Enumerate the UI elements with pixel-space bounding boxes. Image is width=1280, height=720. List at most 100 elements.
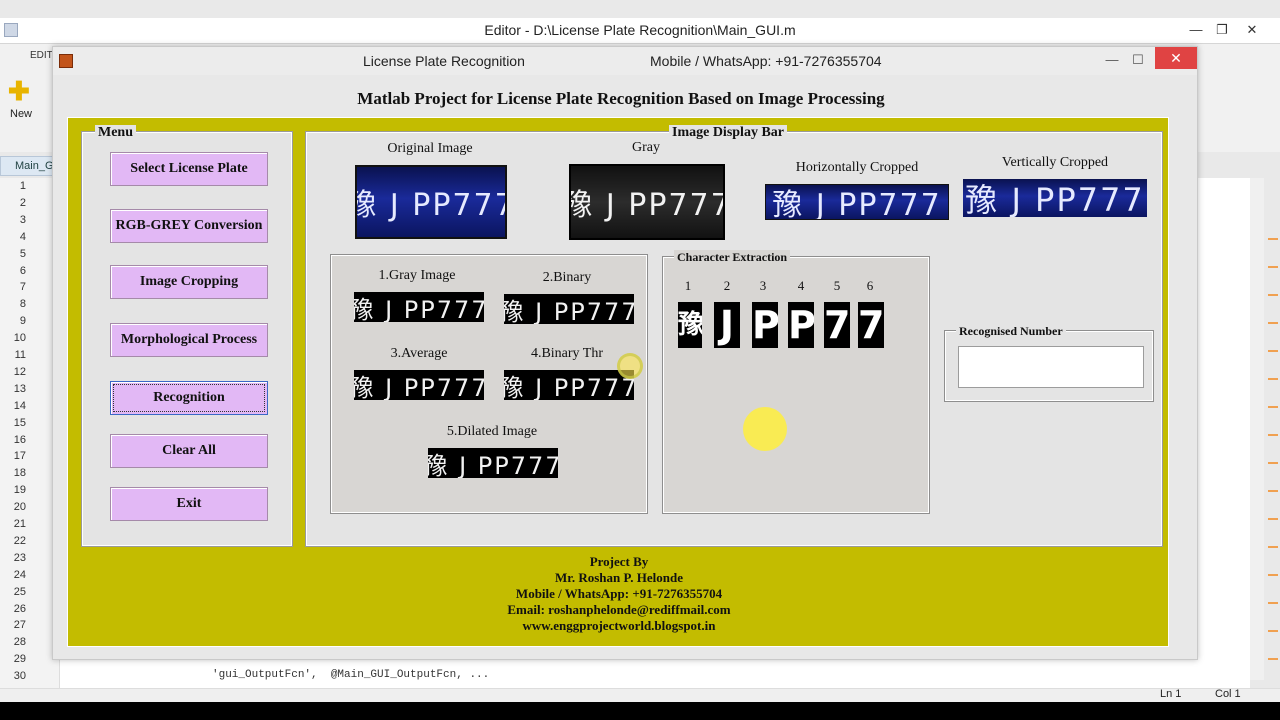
gui-titlebar-contact: Mobile / WhatsApp: +91-7276355704 [650, 53, 882, 69]
line-number: 28 [13, 636, 26, 649]
char-image-4: P [788, 302, 814, 348]
gray-caption: Gray [632, 140, 660, 155]
average-caption: 3.Average [390, 346, 448, 361]
dilated-image-stage: 豫 J PP777 [428, 448, 558, 478]
plate-text: 豫 J PP777 [354, 373, 484, 401]
char-image-6: 7 [858, 302, 884, 348]
analyzer-marker[interactable] [1268, 294, 1278, 296]
line-number: 2 [19, 196, 26, 209]
menu-panel: Menu Select License Plate RGB-GREY Conve… [81, 125, 293, 547]
line-number: 1 [19, 180, 26, 192]
char-number-1: 1 [684, 278, 692, 293]
main-panel: Menu Select License Plate RGB-GREY Conve… [67, 117, 1169, 647]
char-image-3: P [752, 302, 778, 348]
gui-close-button[interactable]: ✕ [1155, 47, 1197, 69]
image-display-title: Image Display Bar [669, 125, 787, 141]
gui-heading: Matlab Project for License Plate Recogni… [357, 89, 885, 108]
vertically-cropped-image: 豫 J PP777 [963, 179, 1147, 217]
analyzer-marker[interactable] [1268, 350, 1278, 352]
character-extraction-panel: Character Extraction 1 2 3 4 5 6 豫 J P P… [662, 250, 930, 514]
recognised-number-field[interactable] [958, 346, 1144, 388]
gui-maximize-button[interactable]: ☐ [1125, 49, 1151, 71]
processing-panel: 1.Gray Image 豫 J PP777 2.Binary 豫 J PP77… [330, 254, 648, 514]
char-image-5: 7 [824, 302, 850, 348]
analyzer-marker[interactable] [1268, 546, 1278, 548]
char-image-1: 豫 [678, 302, 702, 348]
line-number: 9 [19, 315, 26, 328]
edit-tab[interactable]: EDIT [30, 50, 53, 61]
credits-website: www.enggprojectworld.blogspot.in [522, 618, 716, 633]
plate-text: 豫 J PP777 [569, 188, 725, 223]
plate-text: 豫 J PP777 [965, 181, 1145, 217]
line-number: 6 [19, 264, 26, 277]
plate-text: 豫 J PP777 [354, 295, 484, 323]
clear-all-button[interactable]: Clear All [110, 434, 268, 468]
editor-close-button[interactable]: ✕ [1238, 20, 1266, 40]
analyzer-marker[interactable] [1268, 574, 1278, 576]
analyzer-marker[interactable] [1268, 378, 1278, 380]
analyzer-marker[interactable] [1268, 658, 1278, 660]
editor-titlebar: Editor - D:\License Plate Recognition\Ma… [0, 18, 1280, 44]
editor-scrollbar[interactable] [1250, 178, 1264, 680]
line-number: 25 [13, 585, 26, 598]
line-number: 7 [19, 281, 26, 294]
analyzer-marker[interactable] [1268, 462, 1278, 464]
new-file-icon[interactable]: ✚ [8, 76, 30, 107]
line-number: 18 [13, 467, 26, 480]
recognition-button[interactable]: Recognition [110, 381, 268, 415]
gui-window: License Plate Recognition Mobile / Whats… [52, 46, 1198, 660]
credits-mobile: Mobile / WhatsApp: +91-7276355704 [515, 586, 723, 601]
char-number-5: 5 [833, 278, 841, 293]
gui-window-title: License Plate Recognition [363, 53, 525, 69]
code-line-30: 'gui_OutputFcn', @Main_GUI_OutputFcn, ..… [212, 669, 490, 681]
morphological-process-button[interactable]: Morphological Process [110, 323, 268, 357]
line-number: 14 [13, 399, 26, 412]
line-number: 4 [19, 230, 26, 243]
analyzer-marker[interactable] [1268, 322, 1278, 324]
line-number: 12 [13, 365, 26, 378]
analyzer-marker[interactable] [1268, 602, 1278, 604]
horizontally-cropped-caption: Horizontally Cropped [795, 160, 919, 175]
credits-block: Project By Mr. Roshan P. Helonde Mobile … [68, 554, 1170, 634]
code-analyzer-markers [1266, 178, 1280, 678]
line-number: 22 [13, 534, 26, 547]
analyzer-marker[interactable] [1268, 434, 1278, 436]
line-number: 17 [13, 450, 26, 463]
new-file-label[interactable]: New [10, 108, 32, 120]
analyzer-marker[interactable] [1268, 406, 1278, 408]
binary-thr-stage: 豫 J PP777 [504, 370, 634, 400]
gui-titlebar: License Plate Recognition Mobile / Whats… [53, 47, 1197, 75]
select-license-plate-button[interactable]: Select License Plate [110, 152, 268, 186]
editor-maximize-button[interactable]: ❐ [1208, 20, 1236, 40]
exit-button[interactable]: Exit [110, 487, 268, 521]
line-number-gutter: 1 2 3 4 5 6 7 8 9 10 11 12 13 14 15 16 17 18 19 20 21 22 23 24 2… [0, 178, 60, 688]
gray-image: 豫 J PP777 [569, 164, 725, 240]
plate-text: 豫 J PP777 [504, 297, 634, 325]
menu-panel-title: Menu [95, 125, 136, 141]
line-number: 8 [19, 298, 26, 311]
gray-image-stage: 豫 J PP777 [354, 292, 484, 322]
dilated-image-caption: 5.Dilated Image [446, 424, 538, 439]
editor-title: Editor - D:\License Plate Recognition\Ma… [484, 22, 796, 38]
line-number: 27 [13, 619, 26, 632]
gui-minimize-button[interactable]: — [1099, 49, 1125, 71]
analyzer-marker[interactable] [1268, 630, 1278, 632]
image-cropping-button[interactable]: Image Cropping [110, 265, 268, 299]
line-number: 11 [14, 349, 26, 361]
analyzer-marker[interactable] [1268, 490, 1278, 492]
gray-image-caption: 1.Gray Image [378, 268, 456, 283]
plate-text: 豫 J PP777 [504, 373, 634, 401]
analyzer-marker[interactable] [1268, 518, 1278, 520]
line-number: 13 [13, 382, 26, 395]
credits-email: Email: roshanphelonde@rediffmail.com [507, 602, 731, 617]
char-image-2: J [714, 302, 740, 348]
analyzer-marker[interactable] [1268, 266, 1278, 268]
line-number: 15 [13, 416, 26, 429]
analyzer-marker[interactable] [1268, 238, 1278, 240]
char-number-6: 6 [866, 278, 874, 293]
editor-minimize-button[interactable]: — [1182, 20, 1210, 40]
line-number: 26 [13, 602, 26, 615]
file-tab-main-gui[interactable]: Main_G [0, 156, 60, 176]
rgb-grey-conversion-button[interactable]: RGB-GREY Conversion [110, 209, 268, 243]
status-bar [0, 688, 1280, 702]
